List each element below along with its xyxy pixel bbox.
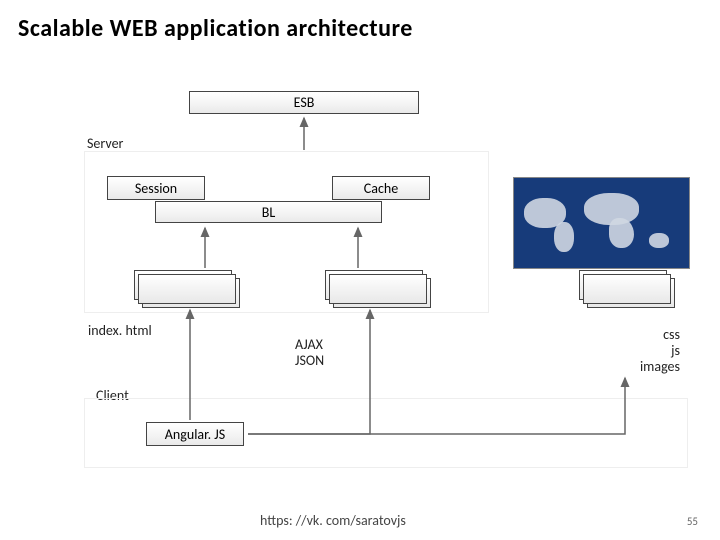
session-box: Session bbox=[107, 176, 205, 200]
webapi-stack: Web. Api bbox=[333, 278, 431, 308]
page-number: 55 bbox=[687, 515, 698, 528]
aspnet-stack: ASP. NET bbox=[142, 278, 240, 308]
slide-title: Scalable WEB application architecture bbox=[18, 14, 413, 43]
esb-box: ESB bbox=[189, 91, 419, 114]
js-label: js bbox=[636, 342, 680, 359]
cdn-stack: CDN bbox=[587, 278, 675, 308]
ajax-label: AJAX bbox=[295, 336, 323, 353]
aspnet-label: ASP. NET bbox=[142, 278, 240, 308]
angularjs-box: Angular. JS bbox=[146, 422, 244, 446]
css-label: css bbox=[636, 326, 680, 343]
json-label: JSON bbox=[295, 352, 324, 369]
indexhtml-label: index. html bbox=[88, 322, 152, 339]
webapi-label: Web. Api bbox=[333, 278, 431, 308]
world-map-image bbox=[513, 177, 690, 269]
cache-box: Cache bbox=[332, 176, 430, 200]
images-label: images bbox=[625, 358, 680, 375]
footer-link: https: //vk. com/saratovjs bbox=[260, 512, 406, 529]
bl-box: BL bbox=[155, 201, 382, 223]
server-label: Server bbox=[87, 135, 123, 152]
cdn-label: CDN bbox=[587, 278, 675, 308]
